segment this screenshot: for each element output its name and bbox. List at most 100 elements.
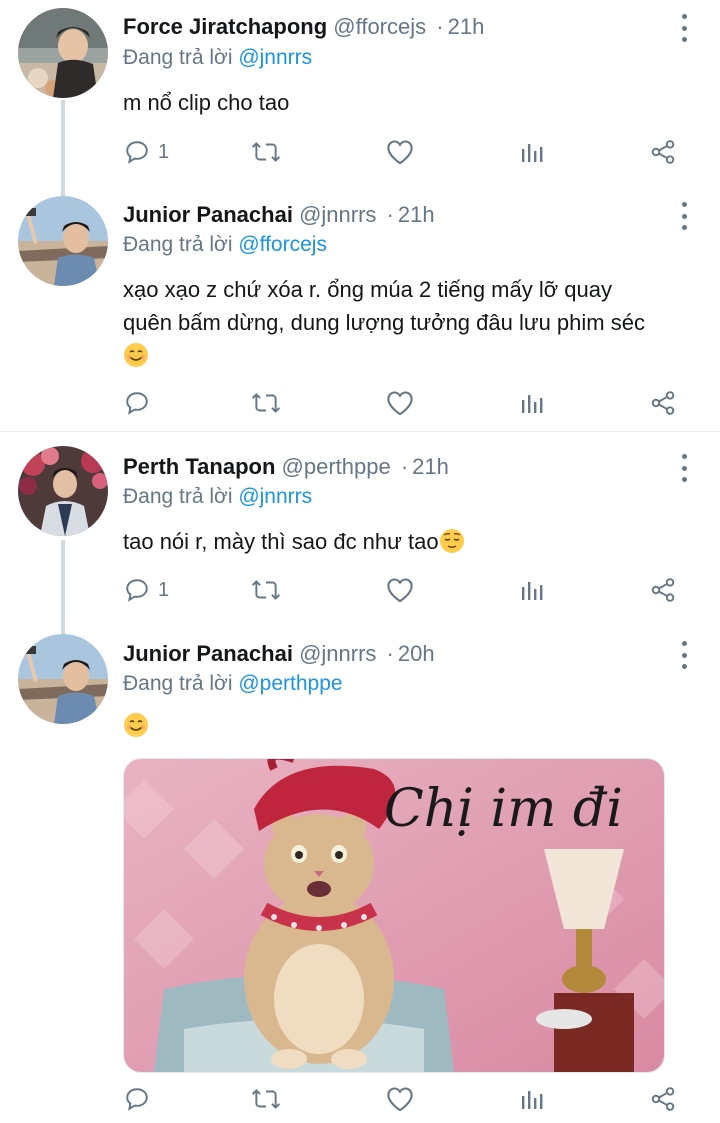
reply-button[interactable] [124,383,150,423]
share-button[interactable] [650,1079,676,1119]
reply-button[interactable]: 1 [124,132,169,172]
analytics-icon [522,144,543,162]
tweet-text: tao nói r, mày thì sao đc như tao [123,525,703,558]
share-icon [651,578,675,602]
author-name[interactable]: Perth Tanapon [123,454,275,479]
tweet[interactable]: Force Jiratchapong @fforcejs · 21h Đang t… [0,0,720,190]
analytics-button[interactable] [520,570,544,610]
reply-icon [126,141,148,164]
tweet-actions [0,1079,720,1119]
tweet-text [123,709,703,742]
like-button[interactable] [386,1079,414,1119]
replying-to-label: Đang trả lời [123,672,239,695]
analytics-icon [522,395,543,413]
timestamp[interactable]: 21h [448,14,485,39]
tweet-actions: 1 [0,570,720,610]
mention-link[interactable]: @jnnrrs [238,46,312,69]
tweet[interactable]: Perth Tanapon @perthppe · 21h Đang trả lờ… [0,432,720,624]
replying-to: Đang trả lời @perthppe [123,672,343,696]
like-button[interactable] [386,383,414,423]
replying-to-label: Đang trả lời [123,233,239,256]
more-icon[interactable] [674,641,694,669]
tweet-text-line: quên bấm dừng, dung lượng tưởng đâu lưu … [123,310,645,335]
author-handle[interactable]: @fforcejs [333,14,426,39]
analytics-button[interactable] [520,1079,544,1119]
mention-link[interactable]: @fforcejs [238,233,327,256]
relieved-face-emoji [439,529,464,553]
smiling-face-emoji [123,339,703,372]
reply-icon [126,579,148,602]
reply-button[interactable]: 1 [124,570,169,610]
analytics-icon [522,582,543,600]
avatar[interactable] [18,634,108,724]
more-icon[interactable] [674,14,694,42]
share-icon [651,1087,675,1111]
heart-icon [387,1087,413,1112]
timestamp[interactable]: 20h [398,641,435,666]
author-handle[interactable]: @jnnrrs [299,202,376,227]
tweet-text-content: tao nói r, mày thì sao đc như tao [123,529,439,554]
heart-icon [387,391,413,416]
replying-to-label: Đang trả lời [123,485,239,508]
more-icon[interactable] [674,202,694,230]
mention-link[interactable]: @perthppe [238,672,342,695]
reply-icon [126,392,148,415]
avatar[interactable] [18,446,108,536]
reply-count: 1 [158,140,170,163]
replying-to-label: Đang trả lời [123,46,239,69]
heart-icon [387,140,413,165]
author-name[interactable]: Junior Panachai [123,641,293,666]
tweet-text-line: xạo xạo z chứ xóa r. ổng múa 2 tiếng mấy… [123,277,612,302]
share-button[interactable] [650,570,676,610]
tweet-header: Perth Tanapon @perthppe · 21h [123,454,449,480]
tweet-header: Force Jiratchapong @fforcejs · 21h [123,14,484,40]
meme-caption: Chị im đi [384,779,623,839]
tweet-media-image[interactable]: Chị im đi [123,758,665,1073]
retweet-button[interactable] [251,132,281,172]
timestamp[interactable]: 21h [412,454,449,479]
tweet-text: m nổ clip cho tao [123,90,290,115]
author-name[interactable]: Junior Panachai [123,202,293,227]
reply-count: 1 [158,578,170,601]
separator: · [400,454,409,479]
author-handle[interactable]: @perthppe [282,454,391,479]
reply-icon [126,1088,148,1111]
timestamp[interactable]: 21h [398,202,435,227]
analytics-button[interactable] [520,383,544,423]
author-name[interactable]: Force Jiratchapong [123,14,327,39]
more-icon[interactable] [674,454,694,482]
smiling-face-emoji [124,713,148,737]
replying-to: Đang trả lời @jnnrrs [123,46,312,70]
avatar[interactable] [18,196,108,286]
analytics-icon [522,1091,543,1109]
retweet-button[interactable] [251,1079,281,1119]
tweet-actions: 1 [0,132,720,172]
share-button[interactable] [650,383,676,423]
retweet-icon [251,393,281,413]
retweet-icon [251,580,281,600]
mention-link[interactable]: @jnnrrs [238,485,312,508]
share-icon [651,140,675,164]
tweet-actions [0,383,720,423]
tweet[interactable]: Junior Panachai @jnnrrs · 21h Đang trả lờ… [0,190,720,430]
tweet-header: Junior Panachai @jnnrrs · 20h [123,641,435,667]
share-button[interactable] [650,132,676,172]
share-icon [651,391,675,415]
replying-to: Đang trả lời @fforcejs [123,233,327,257]
tweet-text: xạo xạo z chứ xóa r. ổng múa 2 tiếng mấy… [123,273,703,372]
retweet-icon [251,1089,281,1109]
like-button[interactable] [386,570,414,610]
heart-icon [387,578,413,603]
retweet-button[interactable] [251,570,281,610]
retweet-button[interactable] [251,383,281,423]
separator: · [436,14,444,39]
separator: · [386,641,394,666]
reply-button[interactable] [124,1079,150,1119]
like-button[interactable] [386,132,414,172]
retweet-icon [251,142,281,162]
replying-to: Đang trả lời @jnnrrs [123,485,312,509]
avatar[interactable] [18,8,108,98]
author-handle[interactable]: @jnnrrs [299,641,376,666]
analytics-button[interactable] [520,132,544,172]
separator: · [386,202,394,227]
